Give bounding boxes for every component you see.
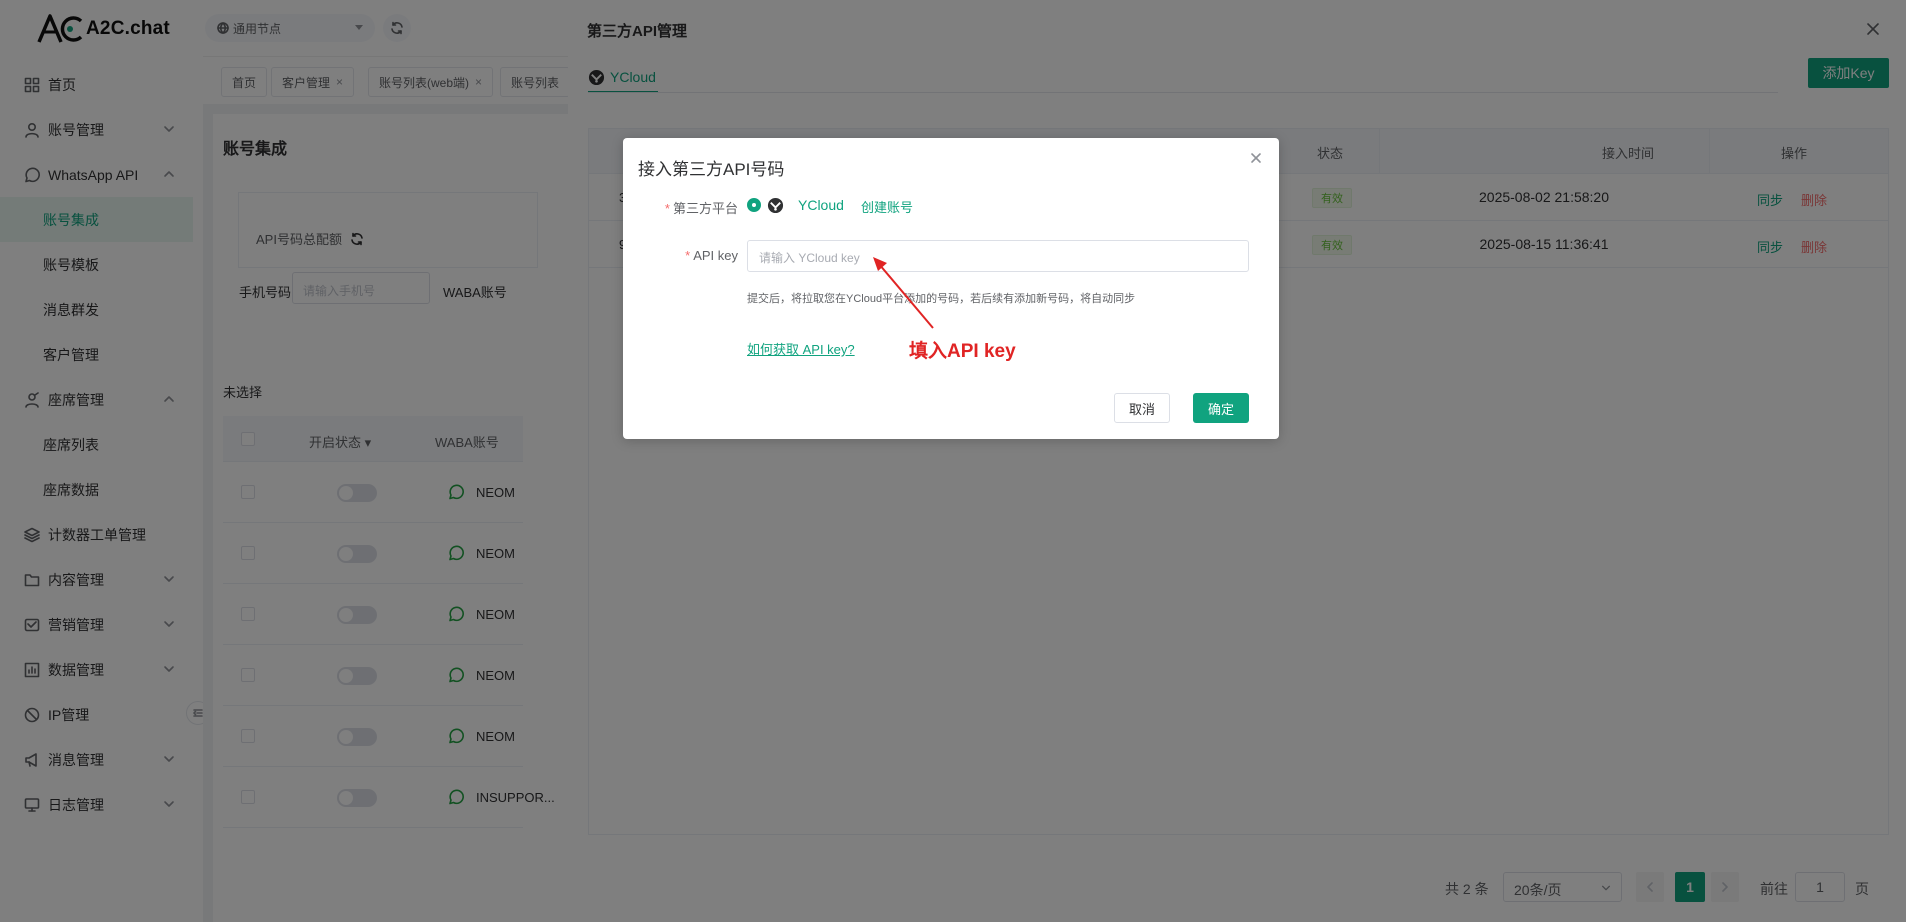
how-to-get-api-key-link[interactable]: 如何获取 API key?: [747, 339, 855, 358]
create-account-link[interactable]: 创建账号: [861, 197, 913, 216]
annotation-label: 填入API key: [909, 341, 1016, 362]
platform-label: * 第三方平台: [623, 198, 738, 217]
confirm-button[interactable]: 确定: [1193, 393, 1249, 423]
annotation-arrow: [873, 257, 934, 329]
platform-radio-ycloud[interactable]: [747, 198, 761, 212]
sync-hint: 提交后，将拉取您在YCloud平台添加的号码，若后续有添加新号码，将自动同步: [747, 293, 1136, 305]
apikey-label: * API key: [623, 248, 738, 263]
required-mark: *: [685, 248, 691, 263]
ycloud-icon: [767, 197, 784, 214]
platform-label-text: 第三方平台: [672, 201, 738, 216]
platform-name[interactable]: YCloud: [798, 197, 844, 213]
drawer-overlay[interactable]: [0, 0, 568, 922]
cancel-button[interactable]: 取消: [1114, 393, 1170, 423]
dialog-title: 接入第三方API号码: [638, 160, 785, 179]
dialog-close-button[interactable]: [1250, 152, 1262, 164]
connect-api-number-dialog: 接入第三方API号码 * 第三方平台 YCloud 创建账号 * API key 请…: [623, 138, 1279, 439]
close-icon: [1251, 153, 1261, 163]
required-mark: *: [664, 201, 670, 216]
api-key-input[interactable]: 请输入 YCloud key: [747, 240, 1249, 272]
apikey-label-text: API key: [693, 248, 738, 263]
